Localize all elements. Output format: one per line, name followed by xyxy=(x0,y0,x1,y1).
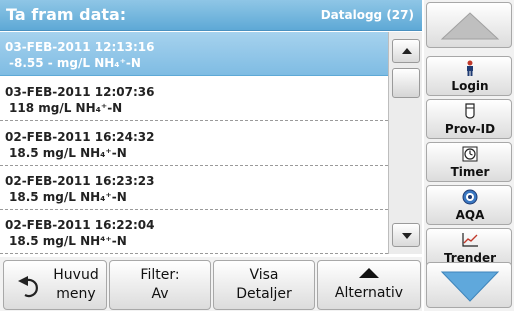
row-datetime: 03-FEB-2011 12:07:36 xyxy=(5,85,155,99)
sample-id-button[interactable]: Prov-ID xyxy=(426,99,512,139)
options-label: Alternativ xyxy=(334,285,404,301)
row-value: -8.55 - mg/L NH₄⁺-N xyxy=(9,56,141,70)
main-menu-label-1: Huvud xyxy=(53,267,99,283)
show-details-label-1: Visa xyxy=(249,267,279,283)
scroll-up-button[interactable] xyxy=(392,39,420,63)
filter-label: Filter: xyxy=(140,267,180,283)
login-button[interactable]: Login xyxy=(426,56,512,96)
row-datetime: 02-FEB-2011 16:24:32 xyxy=(5,130,155,144)
show-details-button[interactable]: Visa Detaljer xyxy=(213,260,315,310)
list-item[interactable]: 02-FEB-2011 16:22:04 18.5 mg/L NH⁴⁺-N xyxy=(0,210,388,254)
options-button[interactable]: Alternativ xyxy=(317,260,421,310)
large-down-arrow-icon xyxy=(440,271,500,302)
main-menu-button[interactable]: Huvud meny xyxy=(3,260,107,310)
scroll-down-button[interactable] xyxy=(392,223,420,247)
list-item[interactable]: 03-FEB-2011 12:13:16 -8.55 - mg/L NH₄⁺-N xyxy=(0,32,388,76)
filter-button[interactable]: Filter: Av xyxy=(109,260,211,310)
large-up-arrow-icon xyxy=(440,12,500,40)
triangle-down-icon xyxy=(402,233,412,239)
triangle-up-icon xyxy=(359,268,379,278)
bottom-toolbar: Huvud meny Filter: Av Visa Detaljer Alte… xyxy=(0,257,422,311)
data-list: 03-FEB-2011 12:13:16 -8.55 - mg/L NH₄⁺-N… xyxy=(0,32,388,254)
timer-label: Timer xyxy=(450,165,490,179)
page-up-button[interactable] xyxy=(426,2,512,48)
row-value: 18.5 mg/L NH⁴⁺-N xyxy=(9,234,127,248)
row-value: 18.5 mg/L NH₄⁺-N xyxy=(9,190,127,204)
page-down-button[interactable] xyxy=(426,262,512,308)
right-panel: Login Prov-ID Timer AQA Trender xyxy=(424,0,514,311)
sample-id-label: Prov-ID xyxy=(444,122,496,136)
aqa-label: AQA xyxy=(455,208,485,222)
aqa-icon xyxy=(427,189,513,205)
list-item[interactable]: 03-FEB-2011 12:07:36 118 mg/L NH₄⁺-N xyxy=(0,77,388,121)
aqa-button[interactable]: AQA xyxy=(426,185,512,225)
vial-icon xyxy=(427,103,513,119)
datalog-count: Datalogg (27) xyxy=(320,8,414,22)
login-label: Login xyxy=(451,79,489,93)
row-datetime: 02-FEB-2011 16:22:04 xyxy=(5,218,155,232)
row-datetime: 03-FEB-2011 12:13:16 xyxy=(5,40,155,54)
row-datetime: 02-FEB-2011 16:23:23 xyxy=(5,174,155,188)
timer-icon xyxy=(427,146,513,162)
timer-button[interactable]: Timer xyxy=(426,142,512,182)
triangle-up-icon xyxy=(402,48,412,54)
person-icon xyxy=(427,60,513,76)
header-bar: Ta fram data: Datalogg (27) xyxy=(0,0,422,31)
main-menu-label-2: meny xyxy=(56,286,96,302)
list-scrollbar[interactable] xyxy=(388,32,422,254)
filter-value: Av xyxy=(151,286,169,302)
row-value: 18.5 mg/L NH₄⁺-N xyxy=(9,146,127,160)
list-item[interactable]: 02-FEB-2011 16:24:32 18.5 mg/L NH₄⁺-N xyxy=(0,122,388,166)
scroll-thumb[interactable] xyxy=(392,68,420,98)
screen: Ta fram data: Datalogg (27) 03-FEB-2011 … xyxy=(0,0,514,311)
trend-chart-icon xyxy=(427,232,513,248)
back-arrow-icon xyxy=(16,275,44,303)
show-details-label-2: Detaljer xyxy=(236,286,292,302)
row-value: 118 mg/L NH₄⁺-N xyxy=(9,101,123,115)
page-title: Ta fram data: xyxy=(6,5,127,24)
list-item[interactable]: 02-FEB-2011 16:23:23 18.5 mg/L NH₄⁺-N xyxy=(0,166,388,210)
